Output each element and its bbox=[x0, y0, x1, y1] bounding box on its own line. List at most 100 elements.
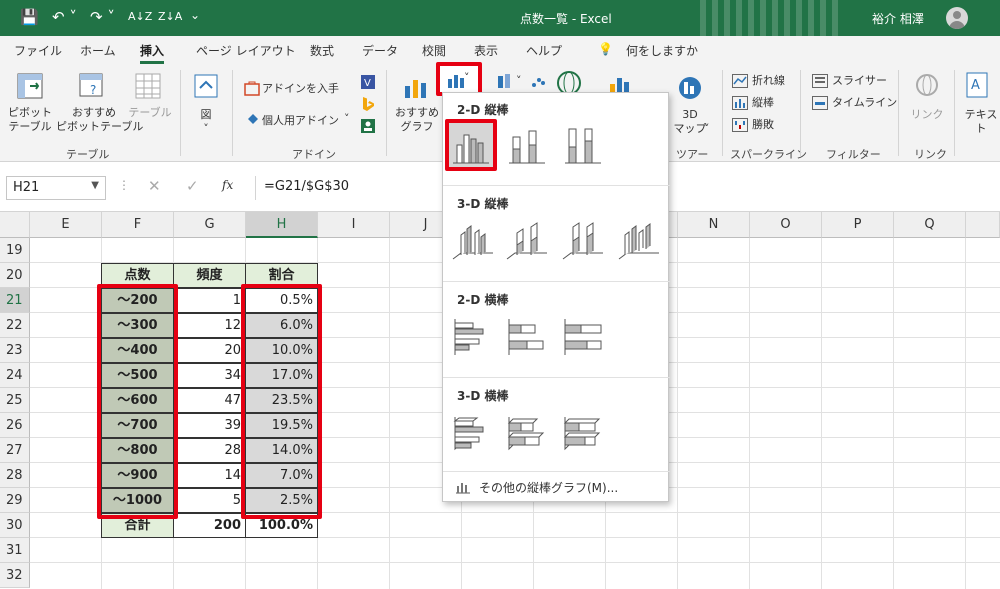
name-box-dropdown-icon[interactable]: ▼ bbox=[91, 180, 99, 191]
3d-stacked-column-icon[interactable] bbox=[505, 219, 549, 263]
user-name[interactable]: 裕介 相澤 bbox=[872, 10, 924, 27]
table-cell-frequency[interactable]: 47 bbox=[173, 388, 246, 413]
slicer-button[interactable]: スライサー bbox=[832, 74, 887, 88]
get-addins-button[interactable]: アドインを入手 bbox=[262, 82, 339, 96]
row-header-27[interactable]: 27 bbox=[0, 438, 30, 463]
table-cell-frequency[interactable]: 39 bbox=[173, 413, 246, 438]
highlight-ratio-range bbox=[241, 284, 322, 519]
column-header-h[interactable]: H bbox=[246, 212, 318, 238]
redo-icon[interactable]: ↷ ˅ bbox=[90, 8, 115, 26]
enter-icon[interactable]: ✓ bbox=[186, 177, 199, 195]
link-button[interactable]: リンク bbox=[910, 108, 944, 122]
row-header-19[interactable]: 19 bbox=[0, 238, 30, 263]
insert-function-icon[interactable]: fx bbox=[222, 178, 233, 192]
3d-map-button[interactable]: 3D マップ bbox=[672, 108, 708, 136]
row-header-25[interactable]: 25 bbox=[0, 388, 30, 413]
more-column-charts-button[interactable]: その他の縦棒グラフ(M)... bbox=[479, 479, 618, 496]
sort-descending-icon[interactable]: Z↓A bbox=[158, 10, 182, 23]
people-graph-icon[interactable] bbox=[360, 118, 376, 134]
3d-clustered-bar-icon[interactable] bbox=[451, 411, 495, 455]
table-button[interactable]: テーブル bbox=[128, 106, 172, 120]
100-stacked-column-icon[interactable] bbox=[561, 123, 605, 167]
row-header-26[interactable]: 26 bbox=[0, 413, 30, 438]
tell-me-search[interactable]: 何をしますか bbox=[626, 42, 698, 59]
stacked-column-icon[interactable] bbox=[505, 123, 549, 167]
row-header-24[interactable]: 24 bbox=[0, 363, 30, 388]
3d-column-icon[interactable] bbox=[617, 219, 661, 263]
table-cell-frequency[interactable]: 28 bbox=[173, 438, 246, 463]
figure-dropdown-icon[interactable]: ˅ bbox=[196, 122, 216, 136]
my-addins-dropdown-icon[interactable]: ˅ bbox=[344, 112, 350, 126]
pivot-table-icon bbox=[17, 73, 43, 99]
row-header-32[interactable]: 32 bbox=[0, 563, 30, 588]
select-all-corner[interactable] bbox=[0, 212, 30, 238]
column-header-r[interactable] bbox=[966, 212, 1000, 238]
table-total-frequency[interactable]: 200 bbox=[173, 513, 246, 538]
tab-insert[interactable]: 挿入 bbox=[140, 42, 165, 64]
column-header-e[interactable]: E bbox=[30, 212, 102, 238]
column-header-q[interactable]: Q bbox=[894, 212, 966, 238]
tab-review[interactable]: 校閲 bbox=[422, 42, 446, 59]
clustered-bar-icon[interactable] bbox=[451, 315, 495, 359]
3d-clustered-column-icon[interactable] bbox=[451, 219, 495, 263]
100-stacked-bar-icon[interactable] bbox=[561, 315, 605, 359]
pivot-table-button[interactable]: ピボット テーブル bbox=[8, 106, 52, 134]
timeline-button[interactable]: タイムライン bbox=[832, 96, 897, 110]
figure-button[interactable]: 図 bbox=[196, 108, 216, 122]
save-icon[interactable]: 💾 bbox=[20, 8, 39, 26]
sparkline-column-button[interactable]: 縦棒 bbox=[752, 96, 774, 110]
row-header-29[interactable]: 29 bbox=[0, 488, 30, 513]
customize-quick-access-icon[interactable]: ⌄ bbox=[190, 8, 200, 22]
group-label-addin: アドイン bbox=[292, 148, 336, 161]
column-header-p[interactable]: P bbox=[822, 212, 894, 238]
sparkline-winloss-button[interactable]: 勝敗 bbox=[752, 118, 774, 132]
3d-stacked-bar-icon[interactable] bbox=[505, 411, 549, 455]
hierarchy-chart-icon[interactable] bbox=[496, 72, 514, 90]
stacked-bar-icon[interactable] bbox=[505, 315, 549, 359]
column-header-f[interactable]: F bbox=[102, 212, 174, 238]
row-header-31[interactable]: 31 bbox=[0, 538, 30, 563]
row-header-30[interactable]: 30 bbox=[0, 513, 30, 538]
illustration-icon bbox=[194, 74, 218, 98]
visio-icon[interactable]: V bbox=[360, 74, 376, 90]
row-header-28[interactable]: 28 bbox=[0, 463, 30, 488]
table-cell-frequency[interactable]: 20 bbox=[173, 338, 246, 363]
text-button[interactable]: テキスト bbox=[962, 108, 1000, 136]
cancel-icon[interactable]: ✕ bbox=[148, 177, 161, 195]
table-cell-frequency[interactable]: 34 bbox=[173, 363, 246, 388]
recommended-chart-button[interactable]: おすすめ グラフ bbox=[394, 106, 440, 134]
row-header-20[interactable]: 20 bbox=[0, 263, 30, 288]
3d-100-stacked-bar-icon[interactable] bbox=[561, 411, 605, 455]
sort-ascending-icon[interactable]: A↓Z bbox=[128, 10, 152, 23]
row-header-21[interactable]: 21 bbox=[0, 288, 30, 313]
avatar[interactable] bbox=[946, 7, 968, 29]
tab-formulas[interactable]: 数式 bbox=[310, 42, 334, 59]
row-header-22[interactable]: 22 bbox=[0, 313, 30, 338]
table-cell-frequency[interactable]: 5 bbox=[173, 488, 246, 513]
recommended-pivot-button[interactable]: おすすめ ピボットテーブル bbox=[56, 106, 143, 134]
table-header-frequency[interactable]: 頻度 bbox=[173, 263, 246, 288]
table-cell-frequency[interactable]: 1 bbox=[173, 288, 246, 313]
column-header-n[interactable]: N bbox=[678, 212, 750, 238]
name-box[interactable]: H21 ▼ bbox=[6, 176, 106, 200]
3d-map-dropdown-icon[interactable]: ˅ bbox=[704, 122, 710, 136]
hierarchy-dropdown-icon[interactable]: ˅ bbox=[516, 74, 522, 88]
tab-home[interactable]: ホーム bbox=[80, 42, 116, 59]
table-cell-frequency[interactable]: 14 bbox=[173, 463, 246, 488]
row-header-23[interactable]: 23 bbox=[0, 338, 30, 363]
sparkline-line-button[interactable]: 折れ線 bbox=[752, 74, 785, 88]
my-addins-button[interactable]: 個人用アドイン bbox=[262, 114, 339, 128]
tab-data[interactable]: データ bbox=[362, 42, 398, 59]
undo-icon[interactable]: ↶ ˅ bbox=[52, 8, 77, 26]
column-header-o[interactable]: O bbox=[750, 212, 822, 238]
tab-file[interactable]: ファイル bbox=[14, 42, 62, 59]
column-header-i[interactable]: I bbox=[318, 212, 390, 238]
table-cell-frequency[interactable]: 12 bbox=[173, 313, 246, 338]
scatter-chart-icon[interactable] bbox=[530, 74, 546, 90]
bing-icon[interactable] bbox=[360, 96, 376, 112]
tab-help[interactable]: ヘルプ bbox=[526, 42, 562, 59]
tab-page-layout[interactable]: ページ レイアウト bbox=[196, 42, 296, 59]
column-header-g[interactable]: G bbox=[174, 212, 246, 238]
tab-view[interactable]: 表示 bbox=[474, 42, 498, 59]
3d-100-stacked-column-icon[interactable] bbox=[561, 219, 605, 263]
